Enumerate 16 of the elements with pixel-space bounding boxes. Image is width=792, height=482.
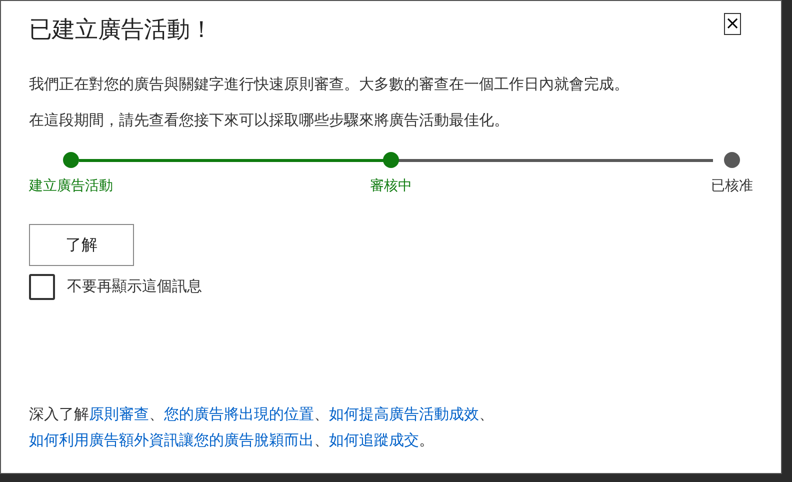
help-link[interactable]: 如何追蹤成交 — [329, 431, 419, 449]
body-paragraph: 在這段期間，請先查看您接下來可以採取哪些步驟來將廣告活動最佳化。 — [29, 110, 510, 130]
step-label: 審核中 — [370, 176, 412, 196]
step-label: 建立廣告活動 — [29, 176, 113, 196]
body-paragraph: 我們正在對您的廣告與關鍵字進行快速原則審查。大多數的審查在一個工作日內就會完成。 — [29, 74, 630, 94]
help-link[interactable]: 如何提高廣告活動成效 — [329, 405, 479, 423]
checkbox[interactable] — [29, 274, 55, 300]
help-link[interactable]: 原則審查 — [89, 405, 149, 423]
close-button[interactable]: × — [724, 13, 741, 35]
help-link[interactable]: 如何利用廣告額外資訊讓您的廣告脫穎而出 — [29, 431, 314, 449]
help-link[interactable]: 您的廣告將出現的位置 — [164, 405, 314, 423]
checkbox-label: 不要再顯示這個訊息 — [67, 276, 202, 298]
step-label: 已核准 — [711, 176, 753, 196]
learn-more-text: 深入了解原則審查、您的廣告將出現的位置、如何提高廣告活動成效、 如何利用廣告額外資訊讓您的廣告脫穎而出、如何追蹤成交。 — [29, 404, 495, 451]
dialog-title: 已建立廣告活動！ — [29, 16, 213, 45]
ok-button[interactable]: 了解 — [29, 224, 134, 266]
